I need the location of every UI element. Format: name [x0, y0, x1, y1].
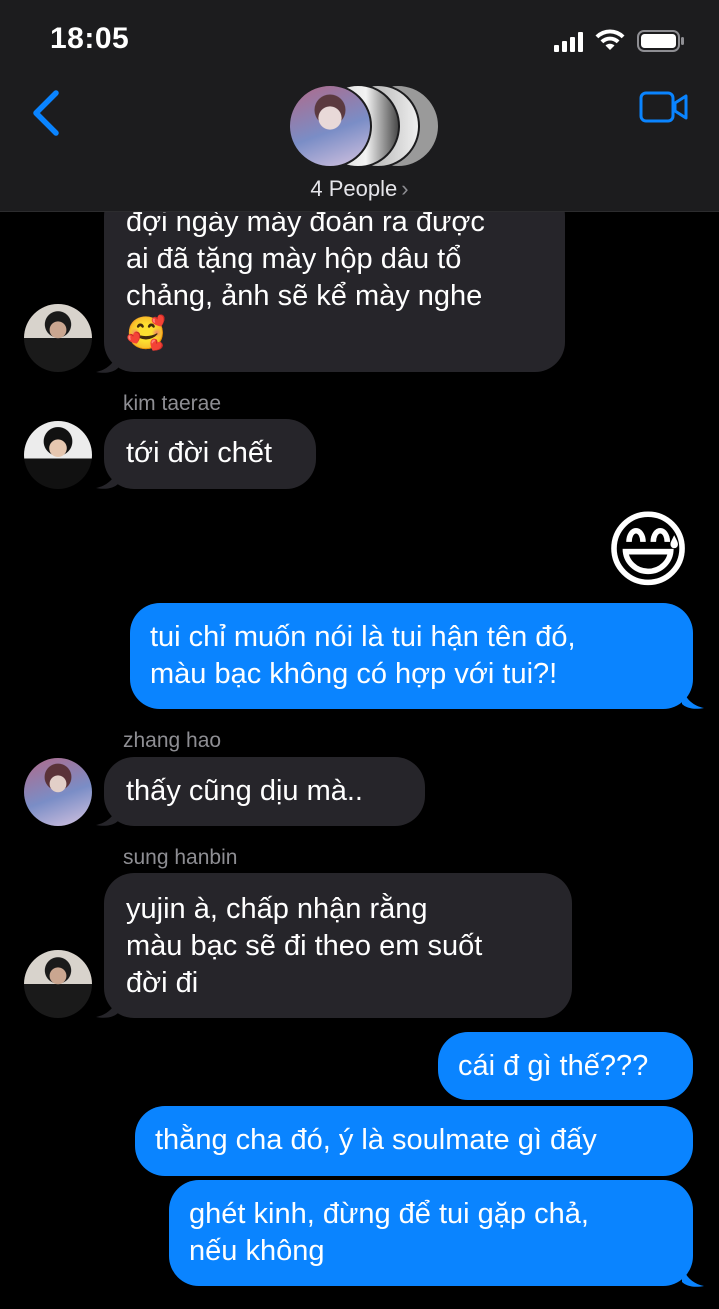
message-line: ai đã tặng mày hộp dâu tổ: [126, 243, 462, 275]
cellular-signal-icon: [554, 32, 583, 52]
message-bubble-incoming[interactable]: tới đời chết: [104, 419, 316, 489]
battery-icon: [637, 30, 684, 52]
avatar-sung-hanbin[interactable]: [24, 304, 92, 372]
bubble-tail: [682, 688, 704, 709]
sender-name: sung hanbin: [123, 846, 238, 869]
message-text: cái đ gì thế???: [458, 1050, 649, 1082]
message-text: thấy cũng dịu mà..: [126, 775, 363, 807]
grinning-sweat-emoji: 😅: [604, 503, 692, 597]
message-line: yujin à, chấp nhận rằng: [126, 893, 428, 925]
bubble-tail: [96, 805, 118, 826]
avatar-sung-hanbin[interactable]: [24, 950, 92, 1018]
message-bubble-outgoing[interactable]: ghét kinh, đừng để tui gặp chả, nếu khôn…: [169, 1180, 693, 1286]
message-text: thằng cha đó, ý là soulmate gì đấy: [155, 1124, 597, 1156]
people-count-label: 4 People: [310, 176, 398, 201]
message-bubble-outgoing[interactable]: cái đ gì thế???: [438, 1032, 693, 1100]
group-avatars[interactable]: [288, 84, 440, 168]
smiling-hearts-emoji: 🥰: [126, 315, 166, 351]
message-bubble-outgoing[interactable]: thằng cha đó, ý là soulmate gì đấy: [135, 1106, 693, 1176]
back-chevron-icon[interactable]: [28, 88, 64, 138]
message-line: đời đi: [126, 967, 199, 999]
message-line: tui chỉ muốn nói là tui hận tên đó,: [150, 621, 576, 653]
message-line: ghét kinh, đừng để tui gặp chả,: [189, 1198, 589, 1230]
sender-name: kim taerae: [123, 392, 222, 415]
group-members-link[interactable]: 4 People ›: [0, 176, 719, 202]
message-bubble-incoming[interactable]: thấy cũng dịu mà..: [104, 757, 425, 826]
status-time: 18:05: [50, 22, 130, 55]
sender-name: zhang hao: [123, 729, 222, 752]
chevron-right-icon: ›: [401, 176, 409, 201]
message-line: chảng, ảnh sẽ kể mày nghe: [126, 280, 483, 312]
bubble-tail: [96, 352, 118, 373]
message-line: màu bạc sẽ đi theo em suốt: [126, 930, 483, 962]
bubble-tail: [96, 468, 118, 489]
bubble-tail: [682, 1266, 704, 1287]
message-bubble-incoming[interactable]: yujin à, chấp nhận rằng màu bạc sẽ đi th…: [104, 873, 572, 1018]
big-emoji-message[interactable]: 😅: [596, 500, 700, 604]
avatar-zhang-hao[interactable]: [24, 758, 92, 826]
message-bubble-outgoing[interactable]: tui chỉ muốn nói là tui hận tên đó, màu …: [130, 603, 693, 709]
bubble-tail: [96, 997, 118, 1018]
avatar-kim-taerae[interactable]: [24, 421, 92, 489]
wifi-icon: [595, 29, 625, 50]
message-bubble-incoming[interactable]: đợi ngày mày đoán ra được ai đã tặng mày…: [104, 186, 565, 372]
conversation-header: 18:05 4 People ›: [0, 0, 719, 212]
message-line: màu bạc không có hợp với tui?!: [150, 658, 558, 690]
message-text: tới đời chết: [126, 437, 273, 469]
status-icons: [554, 28, 685, 52]
avatar: [288, 84, 372, 168]
video-camera-icon[interactable]: [639, 90, 689, 124]
message-line: nếu không: [189, 1235, 325, 1267]
